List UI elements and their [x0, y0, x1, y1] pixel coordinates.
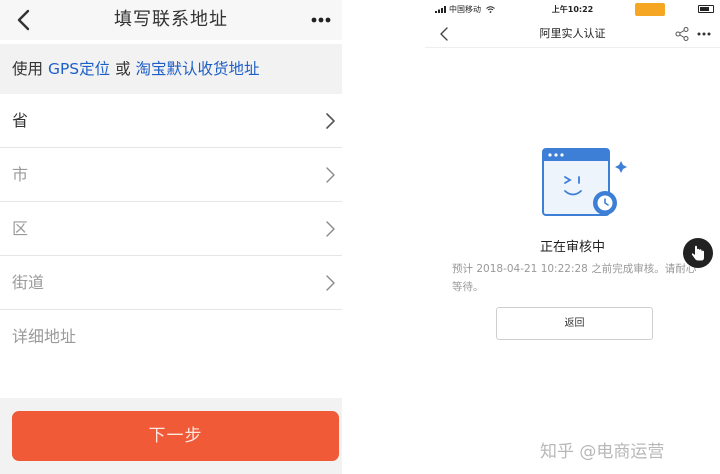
source-watermark: 知乎 @电商运营: [540, 442, 665, 462]
next-step-button[interactable]: 下一步: [12, 411, 339, 461]
return-button[interactable]: 返回: [496, 307, 653, 340]
more-dots-icon: [311, 17, 331, 23]
floating-assist-button[interactable]: [683, 238, 713, 268]
page-title: 填写联系地址: [114, 9, 228, 30]
share-icon: [675, 27, 689, 41]
location-shortcut-bar: 使用 GPS定位 或 淘宝默认收货地址: [0, 44, 342, 94]
hand-pointer-icon: [691, 245, 704, 261]
status-bar: 中国移动 上午10:22: [425, 0, 720, 20]
connector-text: 或: [115, 60, 131, 78]
review-status-title: 正在审核中: [539, 240, 605, 255]
city-label: 市: [12, 165, 29, 184]
district-selector[interactable]: 区: [0, 202, 342, 256]
system-icons: [698, 4, 714, 13]
nav-bar: 填写联系地址: [0, 0, 342, 40]
taobao-default-address-link[interactable]: 淘宝默认收货地址: [136, 60, 260, 78]
chevron-right-icon: [324, 111, 336, 131]
province-label: 省: [12, 111, 29, 130]
gps-location-link[interactable]: GPS定位: [48, 60, 110, 78]
status-badge: [635, 3, 665, 16]
more-dots-icon: [697, 32, 711, 36]
detail-address-placeholder: 详细地址: [12, 327, 77, 346]
review-status-description: 预计 2018-04-21 10:22:28 之前完成审核。请耐心等待。: [452, 263, 697, 293]
gps-prefix-text: 使用: [12, 60, 44, 78]
detail-address-field[interactable]: 详细地址: [0, 310, 342, 364]
nav-bar: 阿里实人认证: [425, 20, 720, 48]
street-label: 街道: [12, 273, 45, 292]
more-button[interactable]: [308, 6, 334, 34]
address-form-screen: 填写联系地址 使用 GPS定位 或 淘宝默认收货地址 省 市 区 街道 详细地址…: [0, 0, 342, 474]
share-button[interactable]: [674, 26, 690, 42]
browser-window-clock-icon: [542, 148, 627, 216]
battery-icon: [698, 4, 714, 13]
identity-verification-screen: 中国移动 上午10:22 阿里实人认证 正在审核中 预计 2018-04-21 …: [425, 0, 720, 474]
more-button[interactable]: [694, 26, 714, 42]
review-pending-illustration: [535, 145, 630, 225]
district-label: 区: [12, 219, 29, 238]
chevron-right-icon: [324, 219, 336, 239]
province-selector[interactable]: 省: [0, 94, 342, 148]
chevron-right-icon: [324, 165, 336, 185]
street-selector[interactable]: 街道: [0, 256, 342, 310]
clock-time: 上午10:22: [551, 5, 594, 14]
city-selector[interactable]: 市: [0, 148, 342, 202]
chevron-right-icon: [324, 273, 336, 293]
